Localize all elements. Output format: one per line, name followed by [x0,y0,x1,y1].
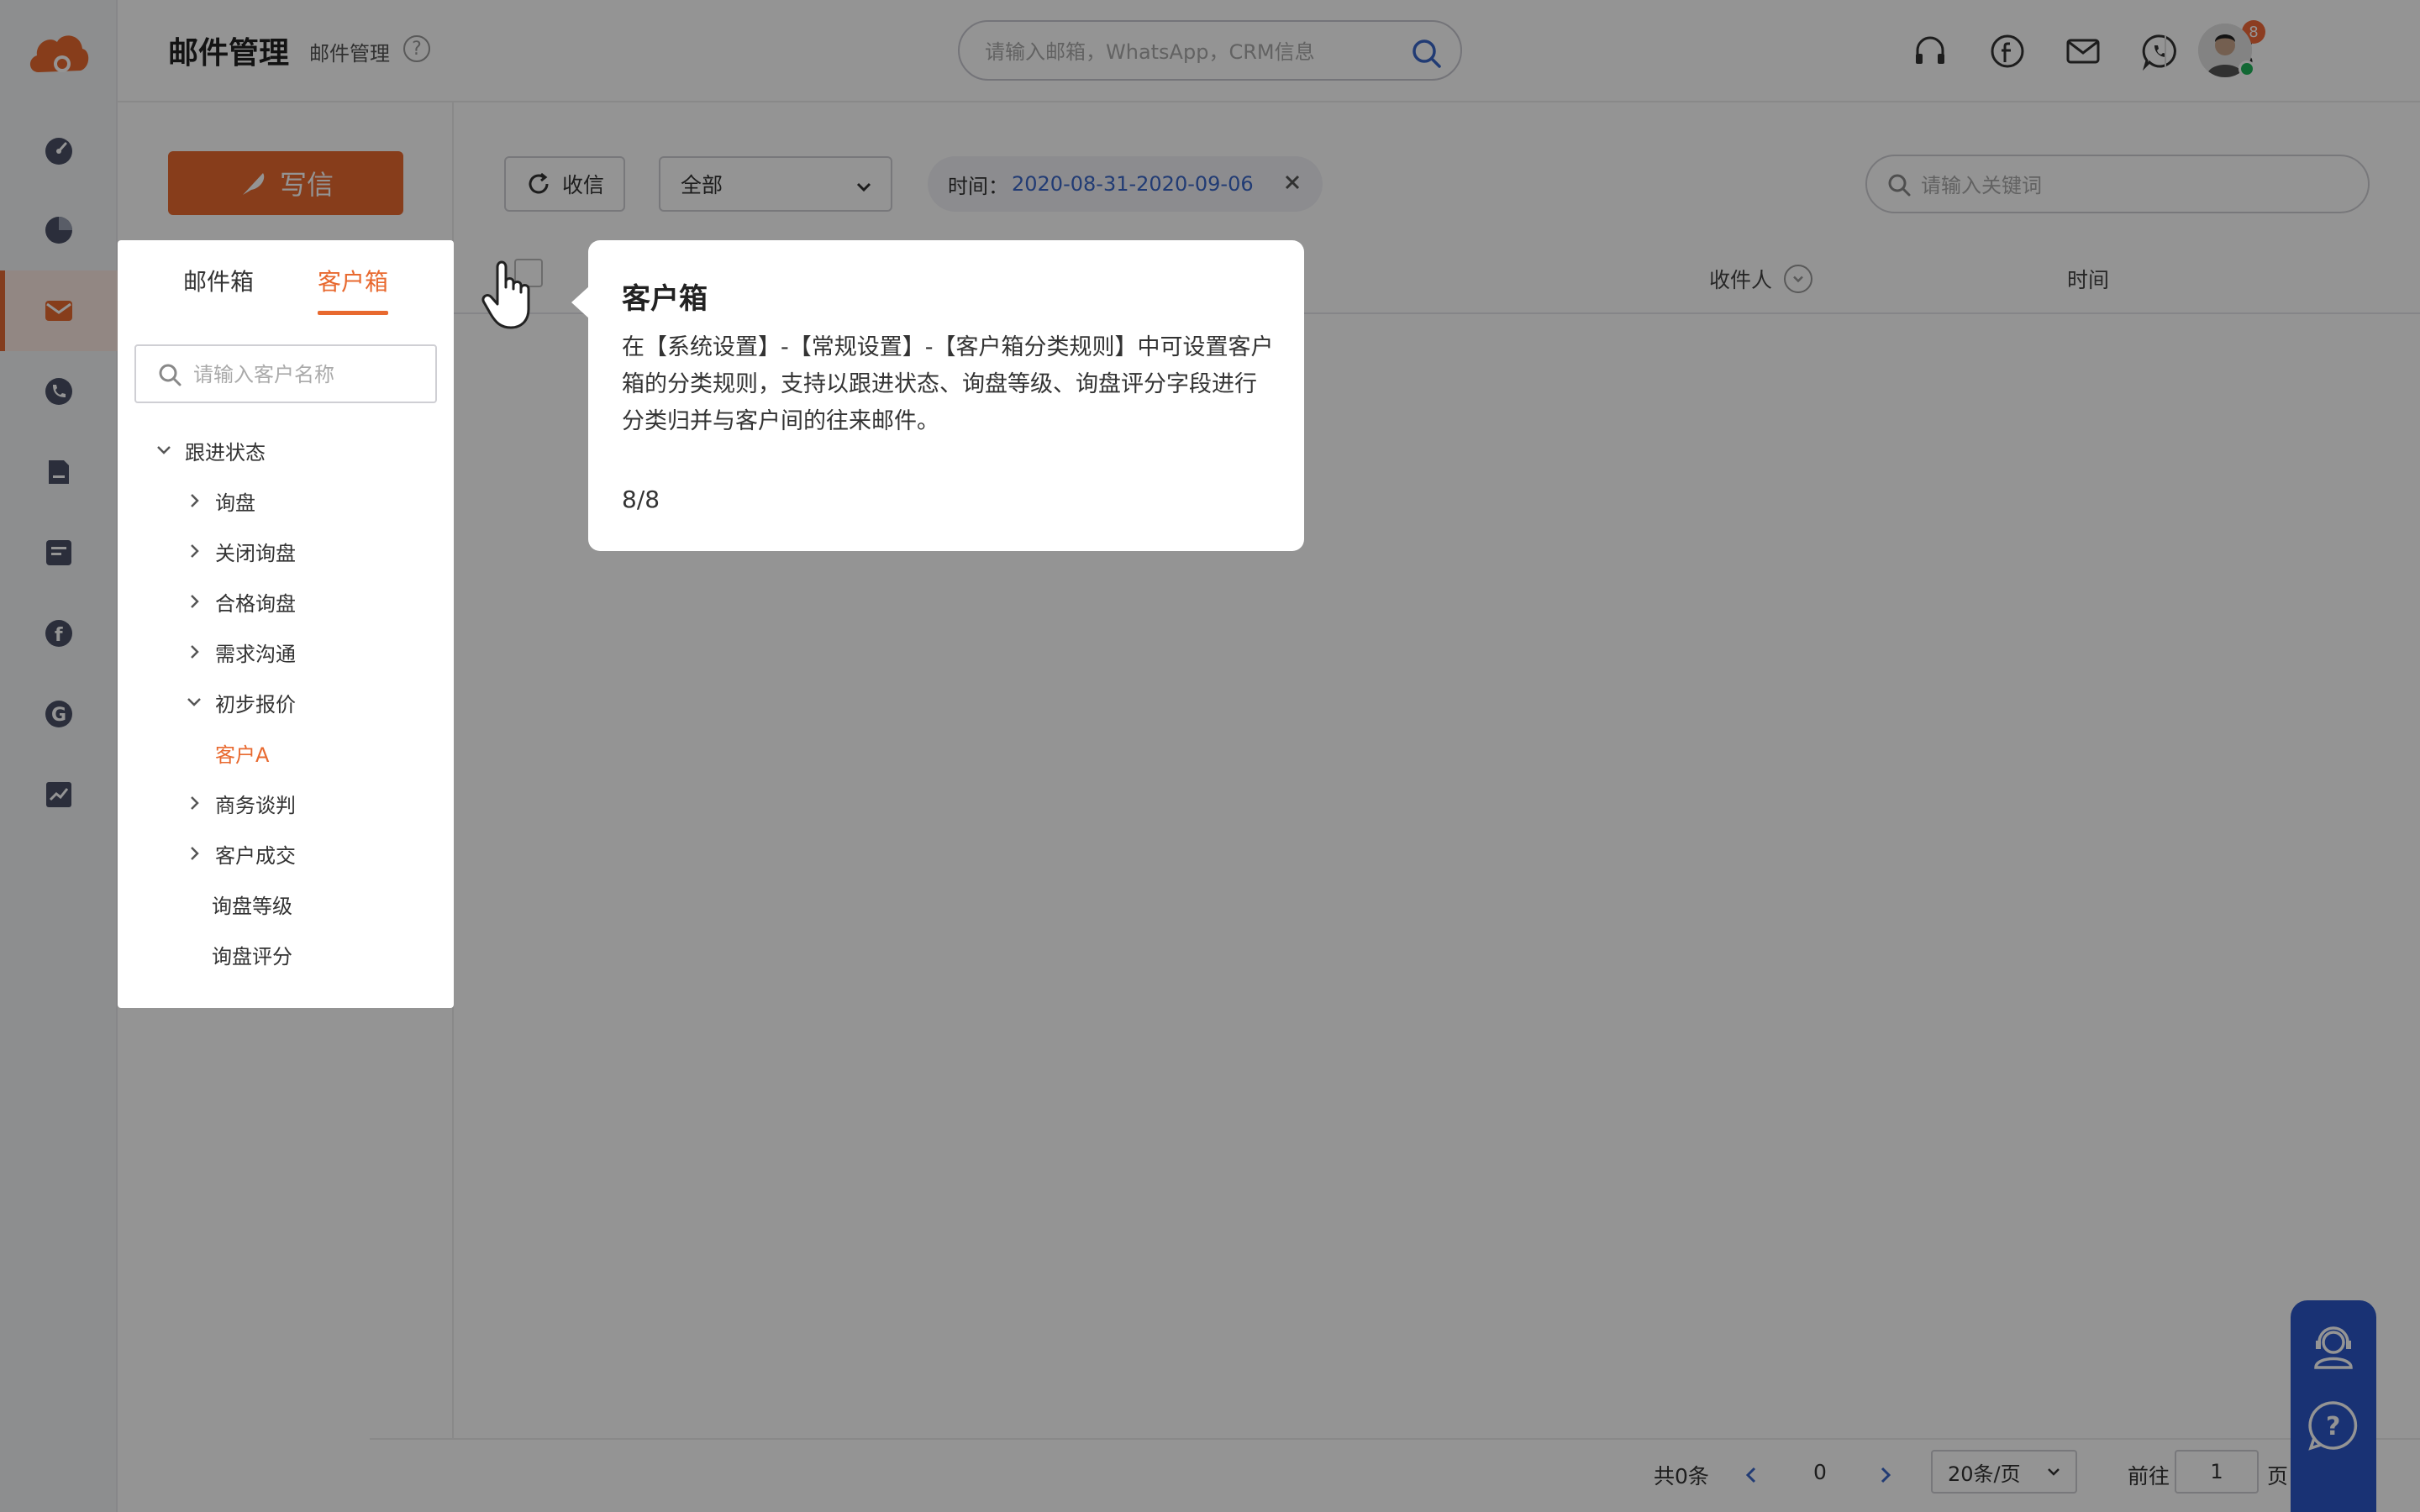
chevron-right-icon [191,595,199,608]
tree-item[interactable]: 关闭询盘 [185,533,296,570]
tree-root-follow-status[interactable]: 跟进状态 [155,432,266,469]
tree-leaf-customer-a[interactable]: 客户A [215,734,269,771]
tooltip-title: 客户箱 [622,282,708,316]
tree-label: 询盘等级 [212,894,292,918]
tab-customer-box[interactable]: 客户箱 [318,264,388,297]
tree-label: 客户A [215,743,270,767]
tree-item[interactable]: 商务谈判 [185,785,296,822]
tree-label: 初步报价 [215,692,296,717]
chevron-down-icon [187,698,201,706]
chevron-right-icon [191,796,199,810]
tab-mailbox[interactable]: 邮件箱 [183,264,254,297]
tree-item[interactable]: 询盘评分 [212,936,292,973]
tree-label: 关闭询盘 [215,541,296,565]
tree-label: 跟进状态 [185,440,266,465]
tree-item[interactable]: 询盘等级 [212,885,292,922]
chevron-right-icon [191,645,199,659]
tree-item[interactable]: 合格询盘 [185,583,296,620]
tooltip-step-counter: 8/8 [622,486,660,513]
tree-label: 商务谈判 [215,793,296,817]
customer-search-input[interactable] [193,360,420,390]
active-tab-indicator [318,311,388,315]
tree-label: 客户成交 [215,843,296,868]
tree-label: 需求沟通 [215,642,296,666]
tree-label: 合格询盘 [215,591,296,616]
tree-item[interactable]: 初步报价 [185,684,296,721]
chevron-right-icon [191,544,199,558]
search-icon [159,364,182,386]
tree-item[interactable]: 需求沟通 [185,633,296,670]
customer-search [134,344,437,403]
tooltip-body: 在【系统设置】-【常规设置】-【客户箱分类规则】中可设置客户箱的分类规则，支持以… [622,334,1274,434]
pointer-hand-icon [481,260,530,329]
customer-box-panel: 邮件箱 客户箱 跟进状态 询盘 关闭询盘 合格询盘 需求沟通 初步报价 客户A … [118,240,454,1008]
chevron-right-icon [191,494,199,507]
guide-tooltip: 客户箱 在【系统设置】-【常规设置】-【客户箱分类规则】中可设置客户箱的分类规则… [588,240,1304,551]
chevron-down-icon [157,446,171,454]
tree-item[interactable]: 客户成交 [185,835,296,872]
tree-label: 询盘评分 [212,944,292,969]
tooltip-arrow [571,286,590,319]
tree-label: 询盘 [215,491,255,515]
tree-item[interactable]: 询盘 [185,482,255,519]
chevron-right-icon [191,847,199,860]
